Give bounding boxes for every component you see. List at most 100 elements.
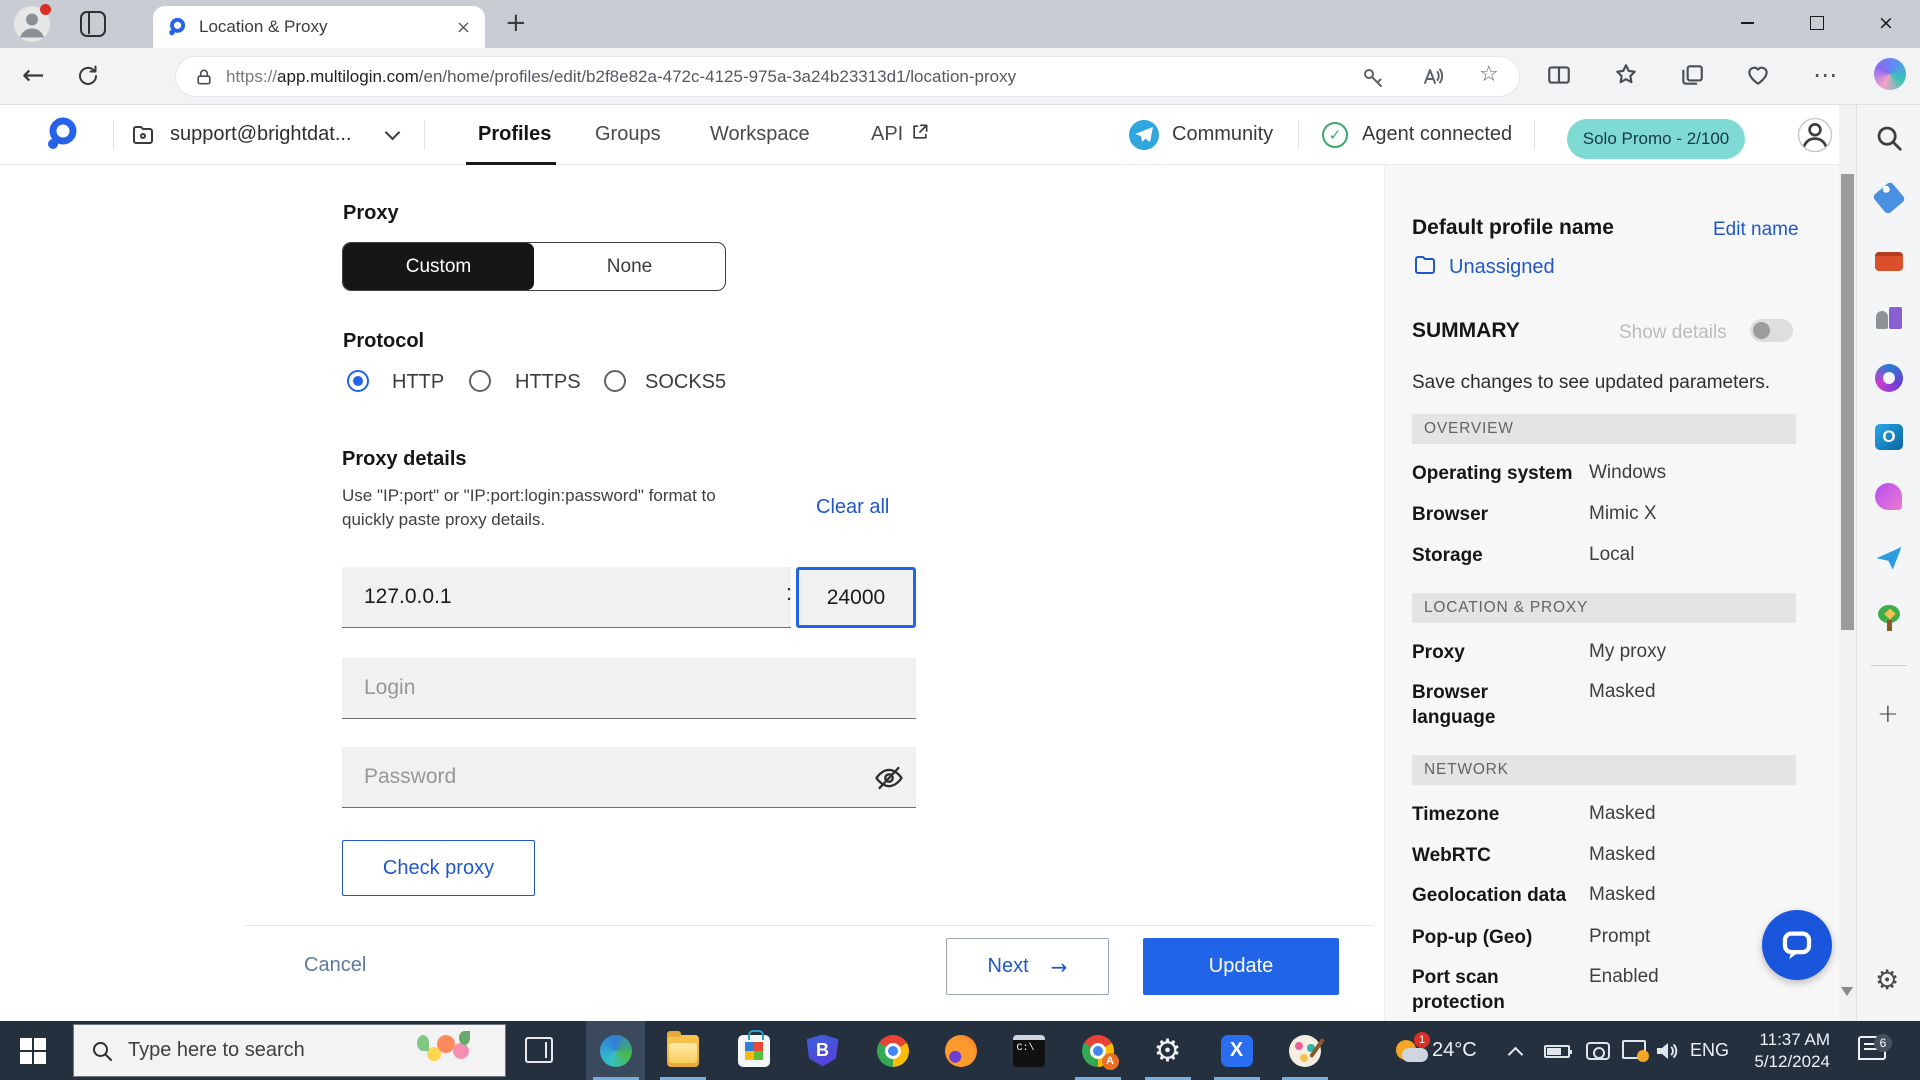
language-indicator[interactable]: ENG [1690, 1040, 1729, 1061]
scrollbar-down-arrow[interactable] [1841, 987, 1853, 996]
favorite-star-icon[interactable]: ☆ [1479, 62, 1503, 86]
scrollbar-thumb[interactable] [1841, 174, 1854, 630]
radio-http[interactable] [347, 370, 369, 392]
password-field[interactable] [342, 747, 916, 808]
browser-profile-avatar[interactable] [14, 6, 50, 42]
taskbar-terminal-icon[interactable]: C:\ [999, 1021, 1058, 1080]
copilot-icon[interactable] [1874, 58, 1906, 90]
shopping-icon[interactable] [1874, 182, 1904, 212]
window-close-button[interactable]: × [1858, 0, 1914, 46]
taskbar-clock[interactable]: 11:37 AM 5/12/2024 [1744, 1029, 1830, 1073]
add-sidebar-item-icon[interactable]: + [1877, 699, 1899, 729]
taskbar-chrome-icon[interactable] [863, 1021, 922, 1080]
next-button[interactable]: Next → [946, 938, 1109, 995]
favorites-bar-icon[interactable] [1613, 62, 1639, 88]
telegram-icon[interactable] [1129, 120, 1159, 150]
promo-badge[interactable]: Solo Promo - 2/100 [1567, 119, 1745, 159]
ip-port-separator: : [786, 580, 792, 606]
new-tab-button[interactable]: + [505, 8, 527, 38]
folder-link[interactable]: Unassigned [1449, 256, 1555, 279]
community-link[interactable]: Community [1172, 123, 1273, 146]
weather-icon[interactable]: 1 [1392, 1032, 1430, 1068]
window-maximize-button[interactable] [1789, 0, 1845, 46]
taskbar-edge-icon[interactable] [586, 1021, 645, 1080]
taskbar-paint-icon[interactable] [1275, 1021, 1334, 1080]
account-email[interactable]: support@brightdat... [170, 123, 352, 146]
sidebar-settings-gear-icon[interactable]: ⚙ [1875, 965, 1899, 996]
row-value: My proxy [1589, 641, 1666, 663]
clear-all-link[interactable]: Clear all [816, 496, 889, 519]
meet-now-icon[interactable] [1586, 1042, 1610, 1060]
port-input[interactable] [799, 570, 913, 625]
taskbar-store-icon[interactable] [724, 1021, 783, 1080]
multilogin-favicon [167, 17, 187, 37]
search-icon[interactable] [1874, 123, 1904, 153]
taskbar-settings-icon[interactable]: ⚙ [1138, 1021, 1197, 1080]
radio-https-label: HTTPS [515, 371, 581, 394]
user-avatar-icon[interactable] [1797, 117, 1833, 153]
more-menu-icon[interactable]: ⋯ [1812, 62, 1838, 88]
chevron-down-icon[interactable] [387, 127, 398, 138]
taskbar-chrome-profile-icon[interactable]: A [1068, 1021, 1127, 1080]
proxy-none-option[interactable]: None [534, 243, 725, 290]
eye-off-icon[interactable] [874, 763, 904, 793]
taskbar-firefox-icon[interactable] [931, 1021, 990, 1080]
refresh-button[interactable] [76, 64, 100, 88]
read-aloud-icon[interactable] [1421, 65, 1445, 89]
password-input[interactable] [342, 747, 916, 807]
window-minimize-button[interactable] [1719, 0, 1775, 46]
multilogin-logo[interactable] [44, 116, 80, 152]
radio-socks5[interactable] [604, 370, 626, 392]
volume-icon[interactable] [1654, 1039, 1680, 1063]
row-label: Geolocation data [1412, 883, 1577, 908]
tab-workspace[interactable]: Workspace [710, 123, 810, 146]
password-key-icon[interactable] [1361, 65, 1385, 89]
address-bar[interactable]: https://app.multilogin.com/en/home/profi… [175, 56, 1520, 97]
workspaces-icon[interactable] [80, 11, 106, 37]
radio-https[interactable] [469, 370, 491, 392]
tab-groups[interactable]: Groups [595, 123, 661, 146]
proxy-custom-option[interactable]: Custom [343, 243, 534, 290]
edit-name-link[interactable]: Edit name [1713, 219, 1799, 241]
login-field[interactable] [342, 658, 916, 719]
show-details-toggle[interactable] [1750, 319, 1793, 342]
taskbar-file-explorer-icon[interactable] [653, 1021, 712, 1080]
browser-essentials-icon[interactable] [1745, 62, 1771, 88]
taskbar-shield-app-icon[interactable]: B [793, 1021, 852, 1080]
drop-icon[interactable] [1874, 542, 1904, 572]
tree-icon[interactable] [1874, 603, 1904, 633]
outlook-icon[interactable]: O [1874, 422, 1904, 452]
external-link-icon [910, 122, 930, 142]
tools-icon[interactable] [1874, 245, 1904, 275]
battery-icon[interactable] [1544, 1045, 1570, 1058]
update-button[interactable]: Update [1143, 938, 1339, 995]
tab-profiles[interactable]: Profiles [478, 123, 551, 146]
start-button[interactable] [20, 1038, 46, 1064]
cancel-link[interactable]: Cancel [304, 954, 366, 977]
tab-api[interactable]: API [871, 123, 903, 146]
games-icon[interactable] [1874, 303, 1904, 333]
tray-chevron-up-icon[interactable] [1508, 1047, 1524, 1063]
taskbar-search[interactable] [73, 1024, 506, 1077]
cast-icon[interactable] [1622, 1040, 1646, 1059]
browser-tab[interactable]: Location & Proxy × [153, 6, 485, 48]
microsoft-365-icon[interactable] [1874, 363, 1904, 393]
task-view-icon[interactable] [525, 1037, 553, 1063]
collections-icon[interactable] [1679, 62, 1705, 88]
back-button[interactable]: ← [22, 60, 45, 91]
split-screen-icon[interactable] [1546, 62, 1572, 88]
designer-icon[interactable] [1874, 482, 1904, 512]
port-field-focused[interactable] [796, 567, 916, 628]
agent-status: Agent connected [1362, 123, 1512, 146]
page-scrollbar[interactable] [1839, 105, 1856, 1021]
taskbar-multilogin-x-icon[interactable]: X [1207, 1021, 1266, 1080]
ip-field[interactable] [342, 567, 791, 628]
ip-input[interactable] [342, 567, 791, 627]
temperature-label[interactable]: 24°C [1432, 1039, 1477, 1062]
check-proxy-button[interactable]: Check proxy [342, 840, 535, 896]
taskbar-search-input[interactable] [128, 1039, 358, 1062]
live-chat-button[interactable] [1762, 910, 1832, 980]
row-label: WebRTC [1412, 843, 1577, 868]
tab-close-icon[interactable]: × [456, 17, 471, 38]
login-input[interactable] [342, 658, 916, 718]
